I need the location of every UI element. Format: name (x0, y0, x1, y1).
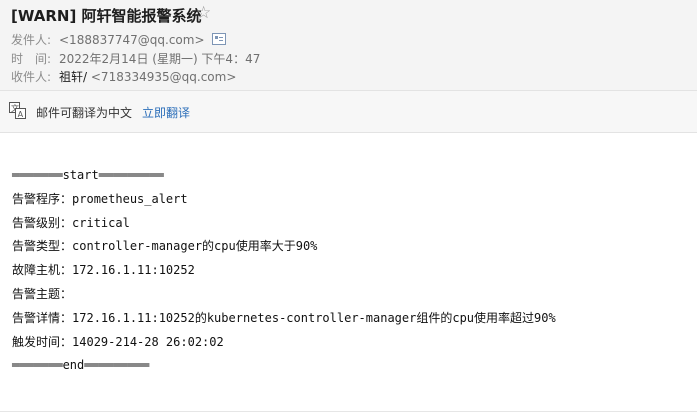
email-body: ═══════start═════════ 告警程序：prometheus_al… (12, 164, 556, 378)
svg-text:A: A (18, 110, 24, 119)
email-subject: [WARN] 阿轩智能报警系统 (11, 7, 202, 25)
sender-row: 发件人: <188837747@qq.com> (11, 31, 226, 48)
translate-now-link[interactable]: 立即翻译 (142, 104, 190, 121)
content-line: 触发时间：14029-214-28 26:02:02 (12, 331, 556, 355)
email-header: [WARN] 阿轩智能报警系统 ☆ 发件人: <188837747@qq.com>… (0, 0, 697, 91)
end-line: ═══════end═════════ (12, 358, 150, 373)
line-key: 故障主机： (12, 263, 73, 278)
line-key: 告警程序： (12, 191, 73, 206)
recipient-row: 收件人: 祖轩/ <718334935@qq.com> (11, 68, 236, 85)
line-value: 14029-214-28 26:02:02 (72, 334, 224, 349)
time-label: 时 间: (11, 52, 52, 66)
line-key: 告警主题： (12, 286, 73, 301)
recipient-name[interactable]: 祖轩/ (59, 70, 87, 84)
content-line: 故障主机：172.16.1.11:10252 (12, 259, 556, 283)
line-key: 告警级别： (12, 215, 73, 230)
sender-email[interactable]: <188837747@qq.com> (59, 33, 205, 47)
line-value: 172.16.1.11:10252的kubernetes-controller-… (72, 310, 556, 325)
content-line: 告警级别：critical (12, 212, 556, 236)
translate-text: 邮件可翻译为中文 (36, 106, 133, 120)
content-line: 告警程序：prometheus_alert (12, 188, 556, 212)
translate-icon: 文 A (9, 102, 26, 119)
star-icon[interactable]: ☆ (196, 3, 211, 23)
time-value: 2022年2月14日 (星期一) 下午4：47 (59, 52, 261, 66)
content-line: 告警类型：controller-manager的cpu使用率大于90% (12, 235, 556, 259)
line-value: critical (72, 215, 130, 230)
recipient-label: 收件人: (11, 70, 52, 84)
start-line: ═══════start═════════ (12, 168, 164, 182)
line-value: 172.16.1.11:10252 (72, 263, 195, 278)
line-value: controller-manager的cpu使用率大于90% (72, 239, 318, 254)
line-key: 告警类型： (12, 239, 73, 254)
time-row: 时 间: 2022年2月14日 (星期一) 下午4：47 (11, 50, 260, 67)
line-value: prometheus_alert (72, 191, 188, 206)
recipient-email[interactable]: <718334935@qq.com> (91, 70, 237, 84)
line-key: 触发时间： (12, 334, 73, 349)
line-key: 告警详情： (12, 310, 73, 325)
contact-card-icon[interactable] (211, 33, 226, 45)
divider (0, 411, 697, 412)
sender-label: 发件人: (11, 33, 52, 47)
content-line: 告警主题： (12, 283, 556, 307)
content-line: 告警详情：172.16.1.11:10252的kubernetes-contro… (12, 307, 556, 331)
translate-bar: 文 A 邮件可翻译为中文 立即翻译 (0, 91, 697, 133)
